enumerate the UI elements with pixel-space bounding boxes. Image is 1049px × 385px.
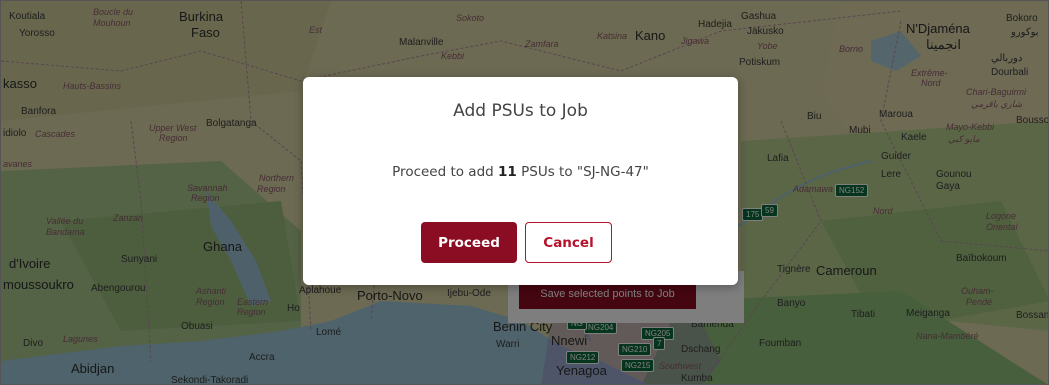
psu-count: 11 — [498, 164, 517, 180]
cancel-button[interactable]: Cancel — [525, 222, 612, 263]
add-psus-dialog: Add PSUs to Job Proceed to add 11 PSUs t… — [303, 77, 738, 285]
message-suffix: PSUs to "SJ-NG-47" — [516, 164, 649, 180]
message-prefix: Proceed to add — [392, 164, 499, 180]
dialog-message: Proceed to add 11 PSUs to "SJ-NG-47" — [303, 164, 738, 180]
dialog-title: Add PSUs to Job — [453, 101, 588, 121]
app-window: Koutiala Yorosso Boucle du Mouhoun Burki… — [0, 0, 1049, 385]
proceed-button[interactable]: Proceed — [421, 222, 517, 263]
